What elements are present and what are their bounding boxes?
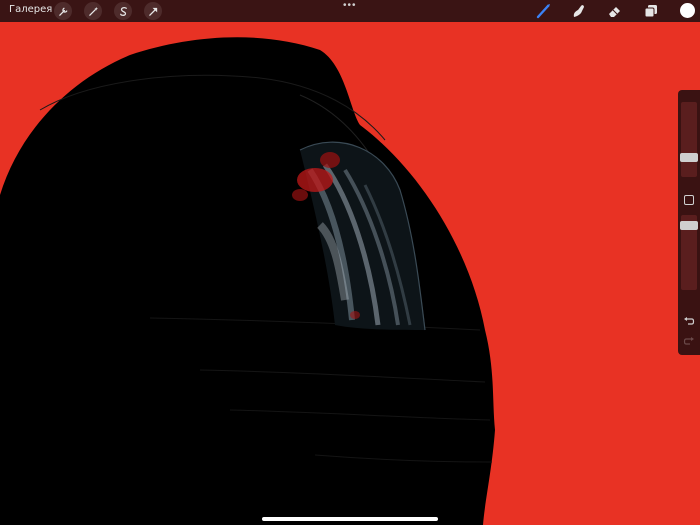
- undo-icon[interactable]: [683, 316, 695, 326]
- right-sidebar: [678, 90, 700, 355]
- smudge-icon[interactable]: [571, 3, 587, 19]
- redo-icon[interactable]: [683, 336, 695, 346]
- brush-icon[interactable]: [536, 3, 552, 19]
- eraser-icon[interactable]: [607, 3, 623, 19]
- modify-button[interactable]: [684, 195, 694, 205]
- drawing-canvas[interactable]: [0, 0, 700, 525]
- layers-icon[interactable]: [643, 3, 659, 19]
- wrench-icon[interactable]: [54, 2, 72, 20]
- color-picker-swatch[interactable]: [680, 3, 695, 18]
- top-toolbar: Галерея •••: [0, 0, 700, 22]
- brush-size-handle[interactable]: [680, 152, 698, 162]
- selection-icon[interactable]: [114, 2, 132, 20]
- home-indicator[interactable]: [262, 517, 438, 521]
- magic-wand-icon[interactable]: [84, 2, 102, 20]
- transform-arrow-icon[interactable]: [144, 2, 162, 20]
- actions-menu-dots[interactable]: •••: [343, 1, 357, 11]
- opacity-slider[interactable]: [680, 215, 698, 290]
- brush-size-slider[interactable]: [680, 102, 698, 177]
- gallery-button[interactable]: Галерея: [9, 4, 52, 15]
- opacity-handle[interactable]: [680, 220, 698, 230]
